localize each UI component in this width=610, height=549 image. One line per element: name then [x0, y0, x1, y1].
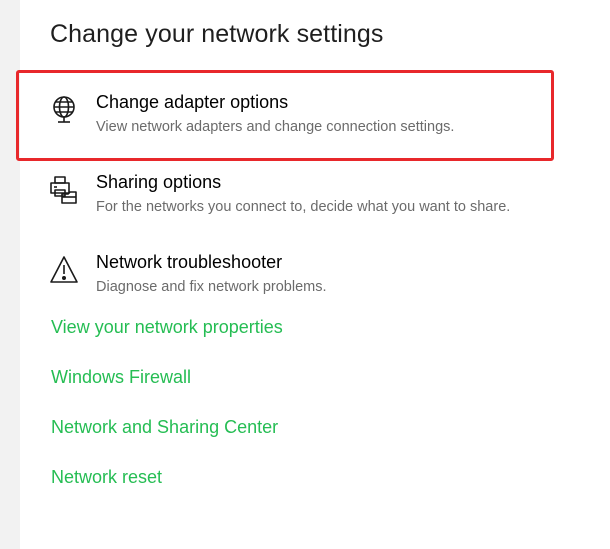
warning-triangle-icon [48, 254, 80, 286]
sharing-printer-icon [48, 174, 80, 206]
network-troubleshooter-description: Diagnose and fix network problems. [96, 279, 327, 295]
change-adapter-options[interactable]: Change adapter options View network adap… [48, 91, 578, 151]
change-adapter-options-label: Change adapter options [96, 92, 289, 112]
change-adapter-options-description: View network adapters and change connect… [96, 119, 455, 135]
sharing-options[interactable]: Sharing options For the networks you con… [48, 171, 578, 231]
link-network-reset[interactable]: Network reset [51, 466, 162, 488]
sharing-options-label: Sharing options [96, 172, 222, 192]
network-settings-page: Change your network settings Change adap… [0, 0, 610, 549]
link-windows-firewall[interactable]: Windows Firewall [51, 366, 191, 388]
section-title: Change your network settings [50, 20, 384, 48]
sharing-options-description: For the networks you connect to, decide … [96, 199, 511, 215]
network-troubleshooter-label: Network troubleshooter [96, 252, 283, 272]
left-panel-edge [0, 0, 20, 549]
link-view-network-properties[interactable]: View your network properties [51, 316, 283, 338]
globe-monitor-icon [48, 94, 80, 126]
link-network-and-sharing-center[interactable]: Network and Sharing Center [51, 416, 278, 438]
network-troubleshooter[interactable]: Network troubleshooter Diagnose and fix … [48, 251, 578, 311]
